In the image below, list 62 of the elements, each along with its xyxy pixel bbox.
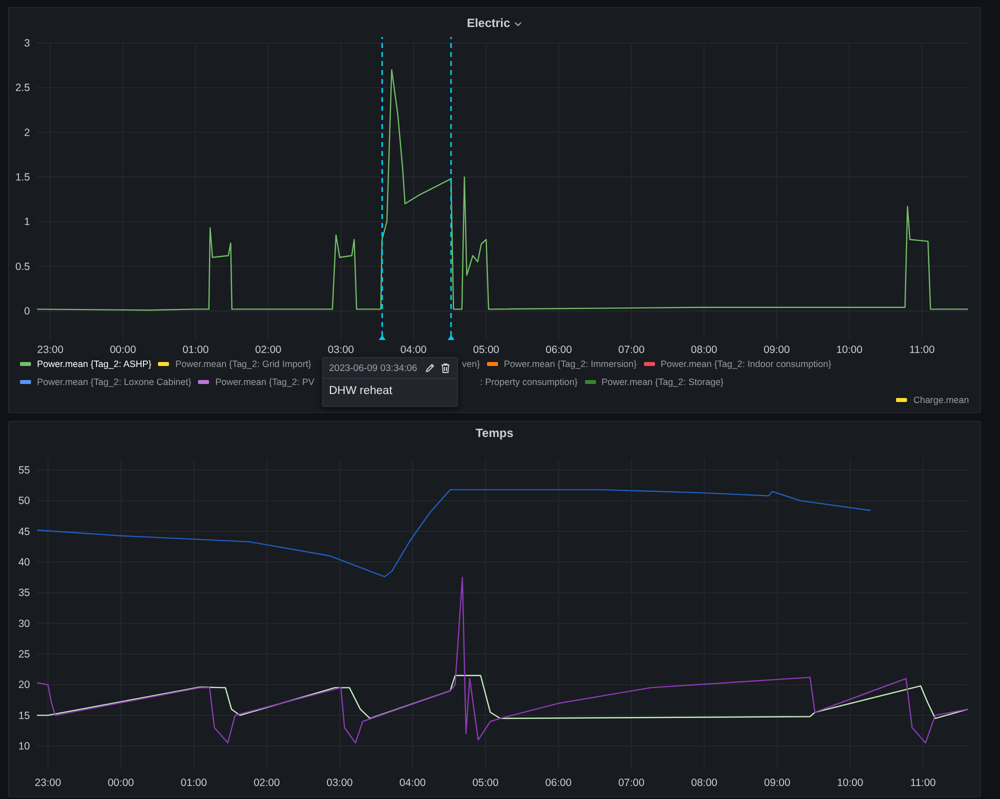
axis-label: 20	[18, 679, 30, 692]
axis-label: 23:00	[34, 777, 62, 789]
axis-label: 05:00	[472, 777, 499, 789]
axis-label: 40	[18, 556, 30, 569]
axis-label: 07:00	[618, 344, 645, 355]
axis-label: 15	[18, 710, 30, 722]
axis-label: 04:00	[399, 777, 426, 789]
axis-label: 1.5	[15, 171, 30, 184]
annotation-text: DHW reheat	[328, 384, 394, 397]
legend-label[interactable]: Charge.mean	[913, 395, 969, 405]
legend-label[interactable]: Power.mean {Tag_2: Storage}	[602, 377, 724, 387]
axis-label: 09:00	[764, 344, 790, 355]
legend-label[interactable]: Power.mean {Tag_2: Immersion}	[504, 359, 637, 369]
annotation-marker[interactable]	[448, 37, 455, 340]
axis-label: 08:00	[691, 777, 718, 789]
panel-title[interactable]: Temps	[476, 426, 514, 440]
axis-label: 03:00	[328, 344, 354, 355]
axis-label: 11:00	[909, 344, 935, 355]
axis-label: 06:00	[546, 344, 572, 355]
axis-label: 11:00	[910, 777, 936, 789]
axis-label: 01:00	[180, 777, 207, 789]
axis-label: 02:00	[255, 344, 282, 355]
axis-label: 00:00	[110, 344, 136, 355]
axis-label: 0	[24, 305, 30, 318]
axis-label: 30	[18, 618, 30, 630]
axis-label: 25	[18, 648, 30, 661]
trash-icon[interactable]	[441, 363, 450, 373]
legend-label[interactable]: Power.mean {Tag_2: Indoor consumption}	[660, 359, 832, 369]
axis-label: 10:00	[836, 777, 864, 789]
axis-label: 50	[18, 495, 30, 508]
annotation-time: 2023-06-09 03:34:06	[329, 362, 418, 374]
axis-label: 09:00	[764, 777, 790, 789]
pencil-icon[interactable]	[425, 363, 435, 373]
legend-label[interactable]: : Property consumption}	[480, 377, 578, 387]
axis-label: 00:00	[108, 777, 134, 789]
legend-label[interactable]: Power.mean {Tag_2: Grid Import}	[175, 359, 312, 369]
axis-label: 55	[18, 464, 30, 477]
axis-label: 02:00	[254, 777, 280, 789]
axis-label: 10	[18, 740, 30, 752]
axis-label: 10:00	[836, 344, 862, 355]
panel-title[interactable]: Electric	[466, 16, 510, 30]
axis-label: 2.5	[15, 82, 30, 94]
legend-label[interactable]: ven}	[462, 359, 480, 369]
axis-label: 06:00	[545, 777, 572, 789]
axis-label: 05:00	[473, 344, 500, 355]
axis-label: 08:00	[690, 344, 718, 355]
axis-label: 03:00	[326, 777, 353, 789]
axis-label: 01:00	[182, 344, 209, 355]
chevron-down-icon[interactable]	[514, 20, 522, 26]
legend-label[interactable]: Power.mean {Tag_2: Loxone Cabinet}	[37, 377, 192, 387]
axis-label: 1	[24, 216, 30, 228]
axis-label: 2	[24, 126, 30, 139]
axis-label: 23:00	[37, 344, 64, 355]
axis-label: 04:00	[400, 344, 427, 355]
axis-label: 35	[18, 587, 30, 600]
axis-label: 3	[24, 38, 30, 50]
axis-label: 0.5	[15, 260, 30, 273]
legend-label[interactable]: Power.mean {Tag_2: PV	[215, 377, 314, 387]
legend-label[interactable]: Power.mean {Tag_2: ASHP}	[37, 359, 152, 369]
axis-label: 45	[18, 526, 30, 538]
annotation-marker[interactable]	[378, 37, 386, 340]
axis-label: 07:00	[618, 777, 644, 789]
